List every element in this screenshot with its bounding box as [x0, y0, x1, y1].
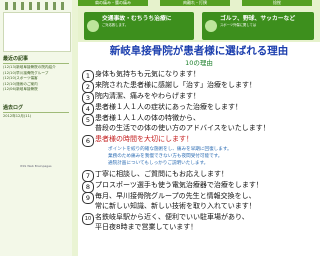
recent-article-link[interactable]: (12/06)新岐阜接骨院: [3, 87, 69, 93]
top-nav: 肩の痛み・腰の痛み 肉離れ・打撲 捻挫: [78, 0, 320, 6]
archive-link[interactable]: 2012年12月(11): [3, 114, 69, 119]
nav-muscle-strain[interactable]: 肉離れ・打撲: [160, 0, 230, 6]
reason-text: 患者様１人１人の症状にあった治療をします！: [95, 103, 242, 111]
car-icon: [87, 20, 99, 32]
traffic-accident-banner[interactable]: 交通事故・むちうち治療に ご対応致します。: [84, 12, 194, 40]
powered-by[interactable]: RSS Web Brainpages: [3, 164, 69, 168]
calendar-block: [3, 12, 71, 52]
reason-text: 名鉄岐阜駅から近く、便利でいい駐車場があり、: [95, 213, 249, 221]
note-text: 業務のため痛みを我慢できない方も夜間受付可能です。: [108, 154, 223, 159]
page-title: 新岐阜接骨院が患者様に選ばれる理由: [109, 45, 289, 57]
calendar-strip: [3, 2, 69, 10]
sidebar: 最近の記事 (12/13)新岐阜接骨院の院内紹介 (12/10)早川接骨院グルー…: [0, 0, 72, 256]
archive-heading: 過去ログ: [3, 104, 69, 113]
sports-injury-banner[interactable]: ゴルフ、野球、サッカーなど スポーツ外傷に関しては: [202, 12, 314, 40]
reason-text: プロスポーツ選手も使う電気治療器で治療をします！: [95, 181, 263, 189]
reason-text: 院内清潔、痛みをやわらげます！: [95, 92, 200, 100]
reason-number: 6: [82, 135, 94, 147]
reason-text: 平日夜8時まで営業しています！: [95, 223, 198, 231]
recent-articles-list: (12/13)新岐阜接骨院の院内紹介 (12/10)早川接骨院グループ (12/…: [3, 65, 69, 93]
main-area: 肩の痛み・腰の痛み 肉離れ・打撲 捻挫 交通事故・むちうち治療に ご対応致します…: [78, 0, 320, 256]
banner-title: 交通事故・むちうち治療に: [102, 16, 172, 22]
reason-number: 9: [82, 192, 94, 204]
sports-icon: [205, 20, 217, 32]
reason-text: 普段の生活での体の使い方のアドバイスをいたします！: [95, 124, 270, 132]
reason-text: 患者様の時間を大切にします！: [95, 135, 193, 143]
reason-text: 常に新しい知識、新しい技術を取り入れています！: [95, 202, 256, 210]
recent-articles-heading: 最近の記事: [3, 55, 69, 64]
reason-text: 患者様１人１人の体の特徴から、: [95, 114, 200, 122]
reason-text: 毎月、早川接骨院グループの先生と情報交換をし、: [95, 192, 256, 200]
banner-subtitle: スポーツ外傷に関しては: [220, 23, 257, 27]
note-text: ポイントを絞り的確な施術をし、痛みを早期に回復します。: [108, 147, 232, 152]
nav-sprain[interactable]: 捻挫: [242, 0, 312, 6]
nav-shoulder-back-pain[interactable]: 肩の痛み・腰の痛み: [78, 0, 148, 6]
banner-title: ゴルフ、野球、サッカーなど: [220, 16, 296, 22]
content-panel: 新岐阜接骨院が患者様に選ばれる理由 10の理由 1 身体も気持ちも元気になります！…: [78, 42, 320, 256]
reason-text: 丁寧に相談し、ご質問にもお応えします！: [95, 170, 228, 178]
reason-number: 10: [82, 213, 94, 225]
page-subtitle: 10の理由: [185, 59, 213, 67]
note-text: 通院計画についてもしっかりご説明いたします。: [108, 161, 209, 166]
banner-subtitle: ご対応致します。: [102, 23, 129, 27]
reason-text: 身体も気持ちも元気になります！: [95, 70, 200, 78]
reason-text: 来院された患者様に感謝し「治す」治療をします！: [95, 81, 256, 89]
reason-number: 5: [82, 114, 94, 126]
